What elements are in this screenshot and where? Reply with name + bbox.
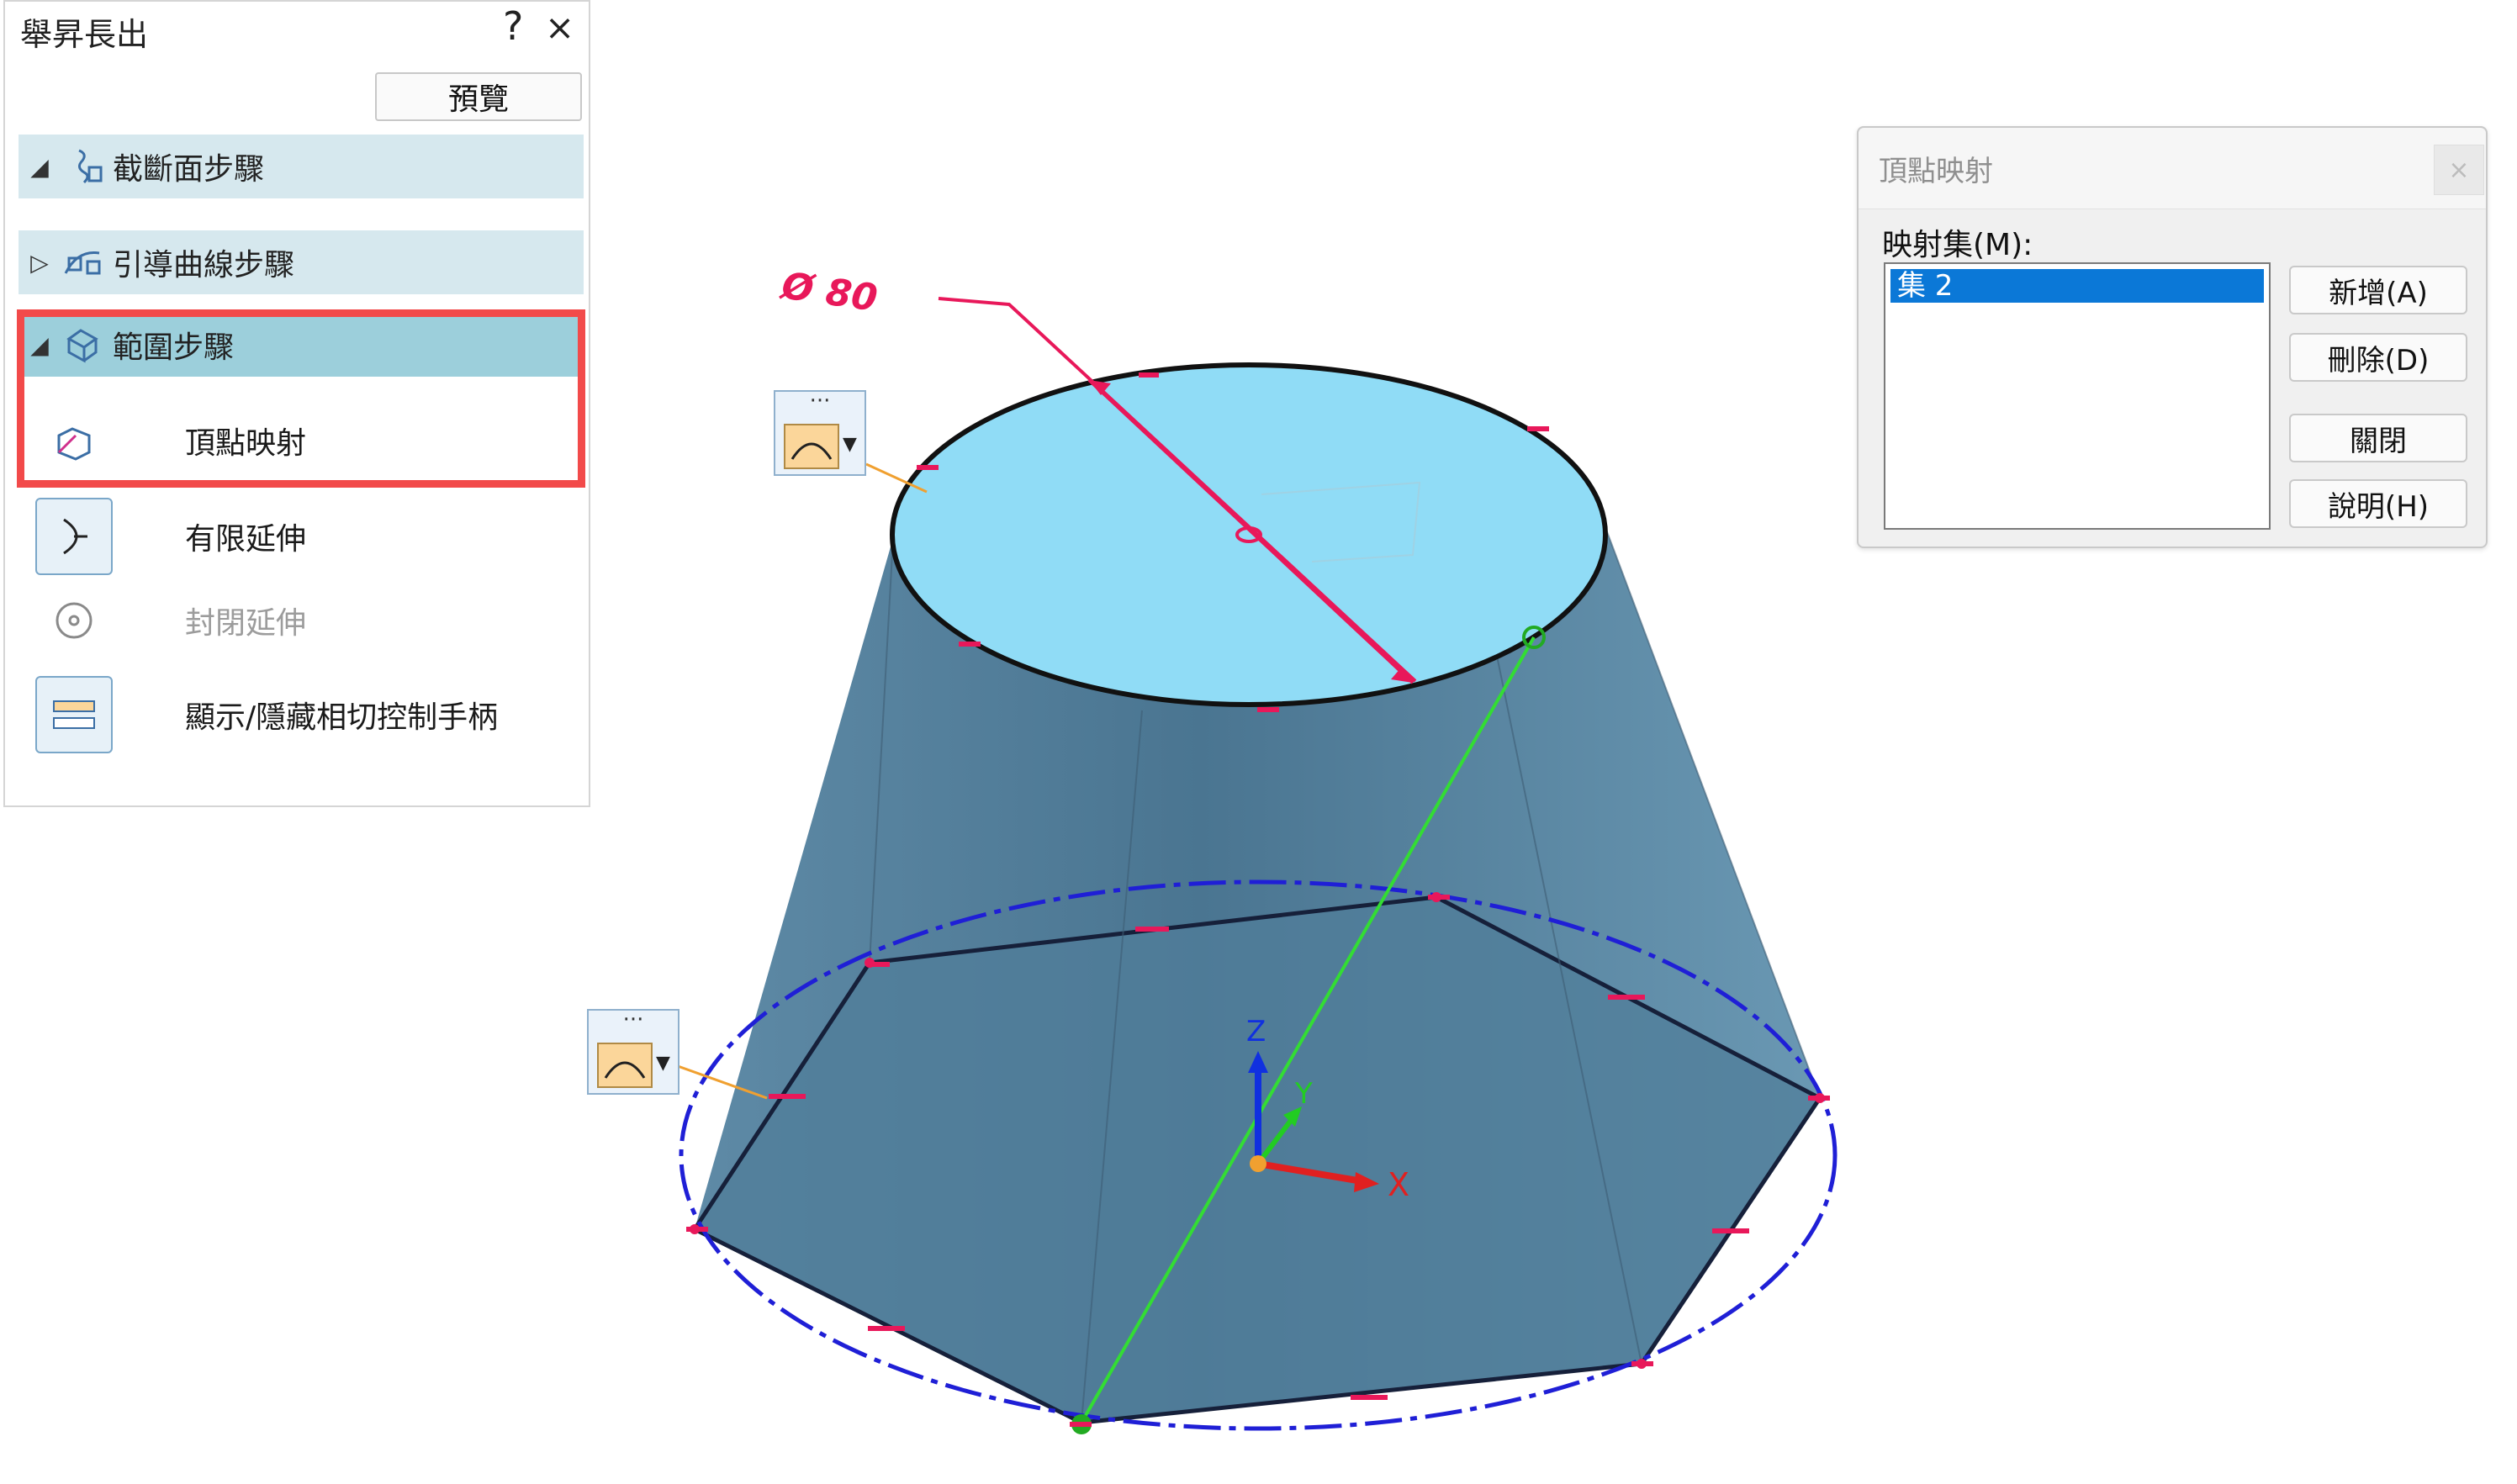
command-show-hide-tangent-handles[interactable]: 顯示/隱藏相切控制手柄 <box>35 674 582 755</box>
close-button[interactable]: 關閉 <box>2289 414 2467 462</box>
vertex-mapping-dialog: 頂點映射 × 映射集(M): 集 2 新增(A) 刪除(D) 關閉 說明(H) <box>1857 126 2488 548</box>
step-label: 截斷面步驟 <box>113 152 265 187</box>
close-icon[interactable]: × <box>545 7 574 48</box>
command-label: 頂點映射 <box>185 426 307 461</box>
map-set-item[interactable]: 集 2 <box>1890 269 2264 303</box>
cross-section-step-icon <box>78 149 103 184</box>
close-icon[interactable]: × <box>2434 145 2484 195</box>
step-label: 引導曲線步驟 <box>113 248 295 283</box>
step-guide-curve[interactable]: ▷ 引導曲線步驟 <box>19 230 584 294</box>
map-set-list[interactable]: 集 2 <box>1884 262 2271 530</box>
dialog-titlebar[interactable]: 頂點映射 × <box>1859 128 2486 209</box>
tangent-curve-icon[interactable] <box>784 424 839 469</box>
collapse-triangle-icon[interactable]: ◢ <box>19 331 61 359</box>
command-label: 顯示/隱藏相切控制手柄 <box>185 700 499 735</box>
delete-button[interactable]: 刪除(D) <box>2289 333 2467 382</box>
panel-title: 舉昇長出 <box>20 16 149 53</box>
chevron-down-icon[interactable]: ▼ <box>843 434 857 455</box>
top-circle-face[interactable] <box>890 362 1608 707</box>
expand-triangle-icon[interactable]: ▷ <box>19 249 61 277</box>
dialog-title: 頂點映射 <box>1879 155 1993 188</box>
step-label: 範圍步驟 <box>113 330 235 365</box>
preview-button[interactable]: 預覽 <box>375 72 582 121</box>
command-label: 封閉延伸 <box>185 606 307 641</box>
vertex-map-icon <box>35 402 113 479</box>
axis-x-label: X <box>1388 1166 1409 1203</box>
step-extent[interactable]: ◢ 範圍步驟 <box>19 313 584 377</box>
help-button[interactable]: 說明(H) <box>2289 479 2467 528</box>
dimension-label: Ø 80 <box>776 264 880 320</box>
closed-extent-icon <box>35 582 113 659</box>
tangent-control-widget-bottom[interactable]: ··· ▼ <box>587 1007 679 1095</box>
command-vertex-mapping[interactable]: 頂點映射 <box>35 400 582 481</box>
map-set-label: 映射集(M): <box>1882 228 2033 262</box>
widget-more-icon: ··· <box>622 1007 644 1032</box>
collapse-triangle-icon[interactable]: ◢ <box>19 153 61 181</box>
command-label: 有限延伸 <box>185 522 307 557</box>
command-finite-extent[interactable]: 有限延伸 <box>35 496 582 577</box>
help-icon[interactable]: ? <box>503 3 523 49</box>
tangent-handle-icon <box>35 676 113 753</box>
add-button[interactable]: 新增(A) <box>2289 266 2467 314</box>
step-cross-section[interactable]: ◢ 截斷面步驟 <box>19 135 584 198</box>
axis-z-label: Z <box>1246 1015 1266 1048</box>
tangent-control-widget-top[interactable]: ··· ▼ <box>774 388 866 476</box>
extent-step-icon <box>66 329 98 363</box>
widget-more-icon: ··· <box>809 388 831 414</box>
chevron-down-icon[interactable]: ▼ <box>656 1053 670 1074</box>
tangent-curve-icon[interactable] <box>597 1043 653 1088</box>
loft-command-panel: 舉昇長出 ? × 預覽 ◢ 截斷面步驟 ▷ 引導曲線步驟 ◢ 範圍步驟 頂點映射… <box>3 0 590 807</box>
guide-curve-step-icon <box>64 251 101 275</box>
axis-y-label: Y <box>1294 1077 1313 1111</box>
command-closed-extent: 封閉延伸 <box>35 580 582 661</box>
finite-extent-icon <box>35 498 113 575</box>
